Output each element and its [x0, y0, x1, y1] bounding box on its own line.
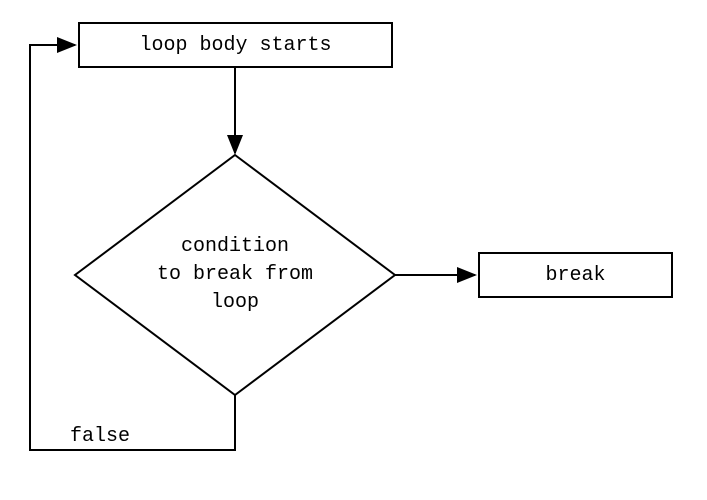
node-break-label: break: [545, 264, 605, 287]
flowchart-canvas: loop body starts condition to break from…: [0, 0, 707, 500]
node-condition: condition to break from loop: [130, 235, 340, 315]
node-condition-label: condition to break from loop: [157, 233, 313, 317]
edge-label-false: false: [70, 425, 130, 448]
node-loop-start-label: loop body starts: [139, 34, 331, 57]
node-loop-start: loop body starts: [78, 22, 393, 68]
node-break: break: [478, 252, 673, 298]
